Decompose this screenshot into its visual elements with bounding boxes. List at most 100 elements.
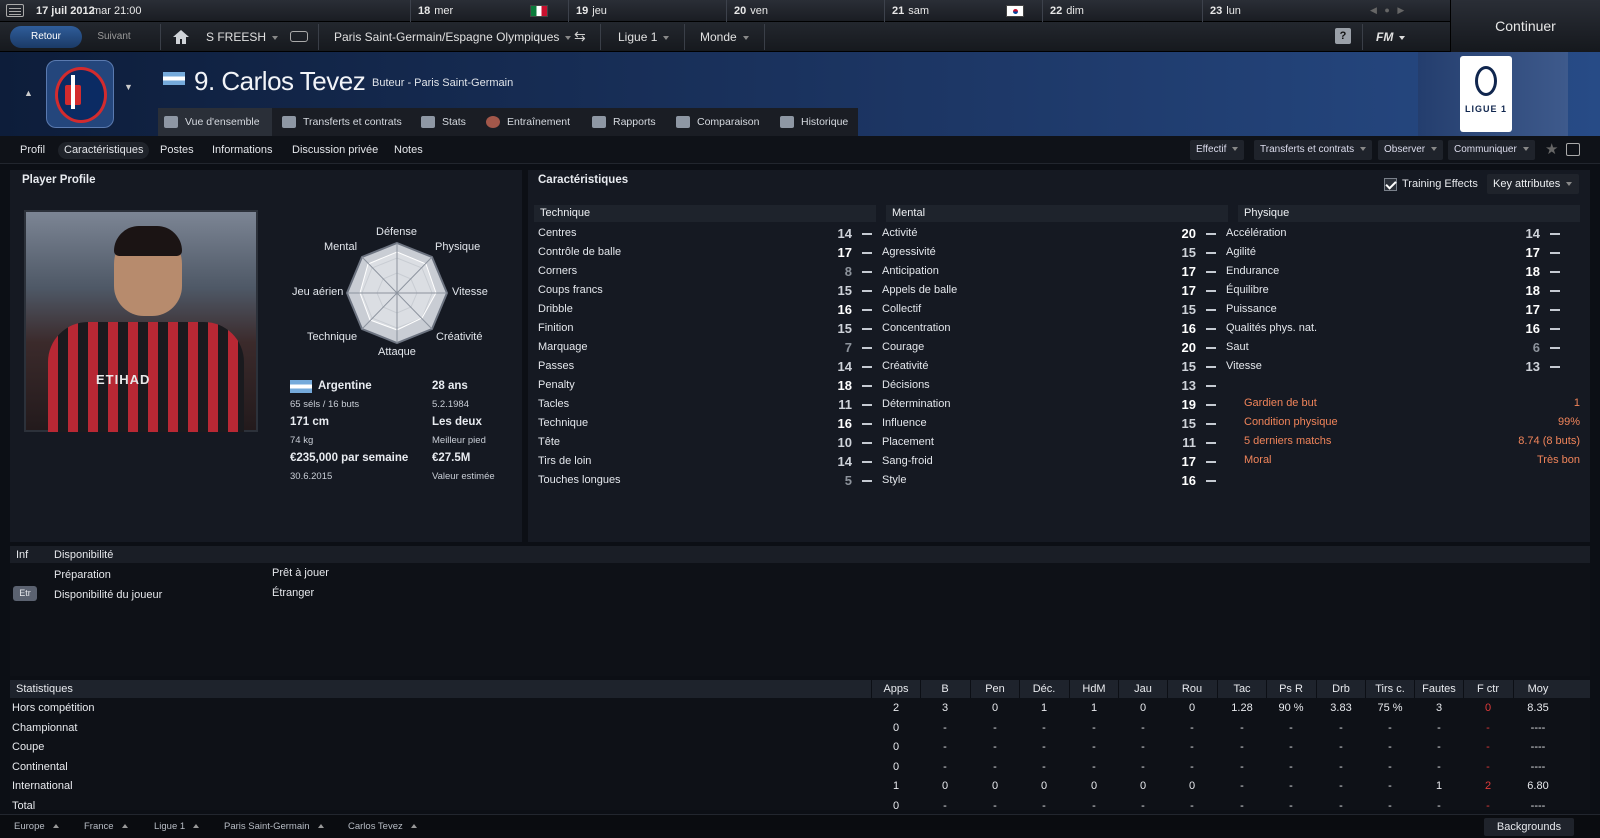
attribute-row[interactable]: Détermination 19: [878, 395, 1220, 414]
attribute-row[interactable]: Créativité 15: [878, 357, 1220, 376]
subnav-notes[interactable]: Notes: [388, 142, 429, 159]
swap-icon[interactable]: ⇆: [574, 28, 586, 45]
tab-comparison[interactable]: Comparaison: [670, 108, 759, 136]
training-effects-toggle[interactable]: Training Effects: [1384, 178, 1478, 191]
attribute-row[interactable]: Courage 20: [878, 338, 1220, 357]
attribute-row[interactable]: Équilibre 18: [1222, 281, 1564, 300]
stats-column-header[interactable]: Pen: [970, 683, 1020, 695]
back-button[interactable]: Retour: [10, 26, 82, 48]
breadcrumb-player[interactable]: Carlos Tevez: [348, 821, 417, 832]
attribute-row[interactable]: Corners 8: [534, 262, 876, 281]
crest-dropdown-icon[interactable]: ▼: [124, 82, 133, 92]
squad-dropdown[interactable]: Effectif: [1190, 140, 1245, 160]
day-23[interactable]: 23 lun: [1210, 5, 1241, 17]
calendar-scroll-icon[interactable]: ◀ ● ▶: [1370, 5, 1404, 16]
attribute-row[interactable]: Appels de balle 17: [878, 281, 1220, 300]
attribute-row[interactable]: Puissance 17: [1222, 300, 1564, 319]
attribute-row[interactable]: Sang-froid 17: [878, 452, 1220, 471]
world-menu[interactable]: Monde: [700, 30, 749, 44]
calendar-icon[interactable]: [6, 4, 24, 17]
subnav-attributes[interactable]: Caractéristiques: [58, 142, 150, 159]
attribute-row[interactable]: Accélération 14: [1222, 224, 1564, 243]
club-menu[interactable]: Paris Saint-Germain/Espagne Olympiques: [334, 30, 572, 44]
attribute-row[interactable]: Style 16: [878, 471, 1220, 490]
attribute-row[interactable]: Saut 6: [1222, 338, 1564, 357]
attribute-row[interactable]: Contrôle de balle 17: [534, 243, 876, 262]
subnav-profile[interactable]: Profil: [14, 142, 51, 159]
next-button[interactable]: Suivant: [84, 26, 144, 48]
attribute-row[interactable]: Endurance 18: [1222, 262, 1564, 281]
stats-column-header[interactable]: Tac: [1217, 683, 1267, 695]
scout-dropdown[interactable]: Observer: [1378, 140, 1444, 160]
stats-column-header[interactable]: F ctr: [1463, 683, 1513, 695]
attribute-row[interactable]: Coups francs 15: [534, 281, 876, 300]
manager-menu[interactable]: S FREESH: [206, 30, 279, 44]
star-icon[interactable]: ★: [1545, 140, 1558, 158]
subnav-positions[interactable]: Postes: [154, 142, 200, 159]
day-20[interactable]: 20 ven: [734, 5, 768, 17]
attribute-row[interactable]: Anticipation 17: [878, 262, 1220, 281]
day-21[interactable]: 21 sam: [892, 5, 929, 17]
stats-column-header[interactable]: Rou: [1167, 683, 1217, 695]
subnav-information[interactable]: Informations: [206, 142, 279, 159]
tab-stats[interactable]: Stats: [415, 108, 466, 136]
backgrounds-button[interactable]: Backgrounds: [1484, 818, 1574, 836]
inbox-icon[interactable]: [290, 31, 308, 42]
club-switcher-icon[interactable]: ▲: [24, 88, 33, 98]
attribute-row[interactable]: Agilité 17: [1222, 243, 1564, 262]
stats-column-header[interactable]: B: [920, 683, 970, 695]
tab-overview[interactable]: Vue d'ensemble: [158, 108, 272, 136]
attribute-row[interactable]: Agressivité 15: [878, 243, 1220, 262]
stats-column-header[interactable]: Déc.: [1019, 683, 1069, 695]
subnav-private-chat[interactable]: Discussion privée: [286, 142, 384, 159]
attribute-row[interactable]: Centres 14: [534, 224, 876, 243]
stats-column-header[interactable]: Moy: [1513, 683, 1563, 695]
attribute-row[interactable]: Concentration 16: [878, 319, 1220, 338]
attribute-row[interactable]: Passes 14: [534, 357, 876, 376]
attribute-row[interactable]: Dribble 16: [534, 300, 876, 319]
attribute-row[interactable]: Vitesse 13: [1222, 357, 1564, 376]
attribute-row[interactable]: Tirs de loin 14: [534, 452, 876, 471]
attribute-row[interactable]: Qualités phys. nat. 16: [1222, 319, 1564, 338]
training-effects-checkbox[interactable]: [1384, 178, 1397, 191]
league-menu[interactable]: Ligue 1: [618, 30, 670, 44]
attribute-row[interactable]: Touches longues 5: [534, 471, 876, 490]
attribute-row[interactable]: Tête 10: [534, 433, 876, 452]
stats-column-header[interactable]: Tirs c.: [1365, 683, 1415, 695]
stats-column-header[interactable]: Jau: [1118, 683, 1168, 695]
attribute-row[interactable]: Activité 20: [878, 224, 1220, 243]
attribute-row[interactable]: Placement 11: [878, 433, 1220, 452]
attribute-row[interactable]: Finition 15: [534, 319, 876, 338]
communicate-dropdown[interactable]: Communiquer: [1448, 140, 1535, 160]
day-22[interactable]: 22 dim: [1050, 5, 1084, 17]
stats-column-header[interactable]: HdM: [1069, 683, 1119, 695]
stats-column-header[interactable]: Fautes: [1414, 683, 1464, 695]
tab-reports[interactable]: Rapports: [586, 108, 656, 136]
stats-column-header[interactable]: Ps R: [1266, 683, 1316, 695]
fm-menu[interactable]: FM: [1376, 30, 1406, 44]
stats-column-header[interactable]: Drb: [1316, 683, 1366, 695]
tab-training[interactable]: Entraînement: [480, 108, 570, 136]
attribute-row[interactable]: Penalty 18: [534, 376, 876, 395]
transfers-dropdown[interactable]: Transferts et contrats: [1254, 140, 1373, 160]
tab-transfers[interactable]: Transferts et contrats: [276, 108, 402, 136]
attribute-row[interactable]: Collectif 15: [878, 300, 1220, 319]
breadcrumb-club[interactable]: Paris Saint-Germain: [224, 821, 324, 832]
breadcrumb-league[interactable]: Ligue 1: [154, 821, 200, 832]
continue-button[interactable]: Continuer: [1450, 0, 1600, 52]
attribute-row[interactable]: Technique 16: [534, 414, 876, 433]
notes-icon[interactable]: [1566, 143, 1580, 156]
attribute-row[interactable]: Marquage 7: [534, 338, 876, 357]
attribute-row[interactable]: Influence 15: [878, 414, 1220, 433]
breadcrumb-france[interactable]: France: [84, 821, 128, 832]
stats-column-header[interactable]: Apps: [871, 683, 921, 695]
home-icon[interactable]: [172, 29, 190, 45]
key-attributes-dropdown[interactable]: Key attributes: [1487, 174, 1579, 194]
tab-history[interactable]: Historique: [774, 108, 848, 136]
breadcrumb-europe[interactable]: Europe: [14, 821, 59, 832]
day-18[interactable]: 18 mer: [418, 5, 453, 17]
day-19[interactable]: 19 jeu: [576, 5, 607, 17]
attribute-row[interactable]: Tacles 11: [534, 395, 876, 414]
attribute-row[interactable]: Décisions 13: [878, 376, 1220, 395]
help-icon[interactable]: ?: [1335, 28, 1351, 44]
